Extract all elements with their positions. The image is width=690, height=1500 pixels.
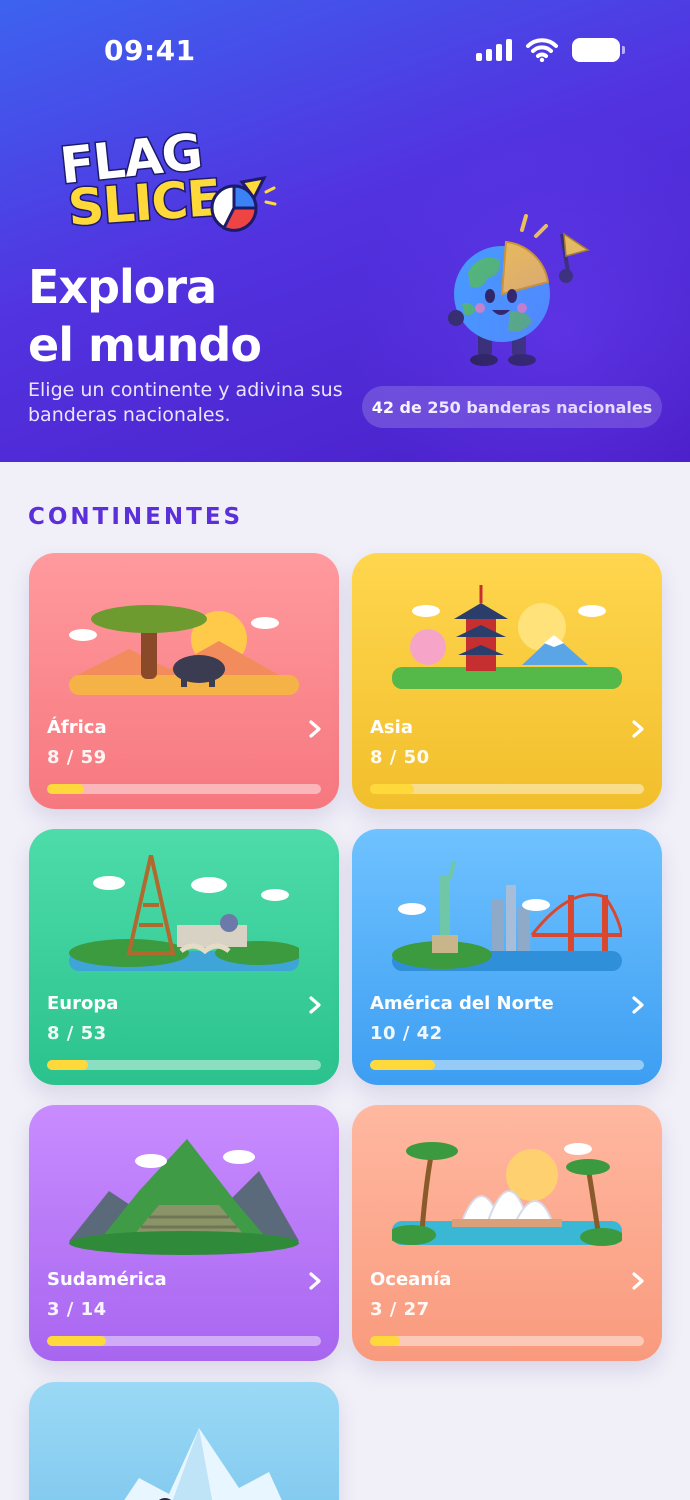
continent-card-sudamerica[interactable]: Sudamérica 3 / 14 xyxy=(29,1105,339,1361)
progress-bar xyxy=(370,784,644,794)
europe-landscape-icon xyxy=(69,855,299,971)
continent-card-africa[interactable]: África 8 / 59 xyxy=(29,553,339,809)
south-america-landscape-icon xyxy=(69,1139,299,1255)
globe-mascot-icon xyxy=(448,214,590,366)
page-title: Explora el mundo xyxy=(28,258,368,374)
logo-word-slice: SLICE xyxy=(65,167,224,238)
signal-icon xyxy=(476,39,512,61)
continent-count: 3 / 27 xyxy=(370,1299,430,1320)
continent-card-asia[interactable]: Asia 8 / 50 xyxy=(352,553,662,809)
wifi-icon xyxy=(526,38,558,62)
chevron-right-icon xyxy=(309,720,321,738)
chevron-right-icon xyxy=(309,1272,321,1290)
continent-card-oceania[interactable]: Oceanía 3 / 27 xyxy=(352,1105,662,1361)
north-america-landscape-icon xyxy=(392,860,622,971)
continent-count: 3 / 14 xyxy=(47,1299,107,1320)
continent-card-europa[interactable]: Europa 8 / 53 xyxy=(29,829,339,1085)
status-time: 09:41 xyxy=(104,34,196,67)
title-line-1: Explora xyxy=(28,260,217,314)
continent-name: Europa xyxy=(47,993,119,1014)
chevron-right-icon xyxy=(632,996,644,1014)
chevron-right-icon xyxy=(632,720,644,738)
page-subtitle: Elige un continente y adivina sus bander… xyxy=(28,379,343,426)
title-line-2: el mundo xyxy=(28,318,262,372)
continent-count: 8 / 50 xyxy=(370,747,430,768)
continent-count: 8 / 53 xyxy=(47,1023,107,1044)
chevron-right-icon xyxy=(632,1272,644,1290)
antarctica-landscape-icon xyxy=(124,1428,282,1500)
continent-name: África xyxy=(47,717,107,738)
global-progress-pill: 42 de 250 banderas nacionales xyxy=(362,386,662,428)
progress-bar xyxy=(370,1060,644,1070)
continent-name: Oceanía xyxy=(370,1269,452,1290)
header-hero: 09:41 FLAG SLICE Explora el mundo Elige … xyxy=(0,0,690,462)
oceania-landscape-icon xyxy=(392,1142,622,1246)
section-title: CONTINENTES xyxy=(28,504,244,530)
continent-name: Sudamérica xyxy=(47,1269,167,1290)
app-logo: FLAG SLICE xyxy=(50,121,280,239)
continent-name: Asia xyxy=(370,717,413,738)
progress-bar xyxy=(370,1336,644,1346)
progress-bar xyxy=(47,1060,321,1070)
chevron-right-icon xyxy=(309,996,321,1014)
progress-bar xyxy=(47,1336,321,1346)
continent-card-america-del-norte[interactable]: América del Norte 10 / 42 xyxy=(352,829,662,1085)
continent-card-antartida[interactable] xyxy=(29,1382,339,1500)
status-icons xyxy=(476,38,625,62)
africa-landscape-icon xyxy=(69,605,299,695)
continent-name: América del Norte xyxy=(370,993,554,1014)
continent-count: 10 / 42 xyxy=(370,1023,443,1044)
battery-icon xyxy=(572,38,625,62)
asia-landscape-icon xyxy=(392,585,622,689)
continent-count: 8 / 59 xyxy=(47,747,107,768)
pie-icon xyxy=(210,176,277,232)
progress-bar xyxy=(47,784,321,794)
